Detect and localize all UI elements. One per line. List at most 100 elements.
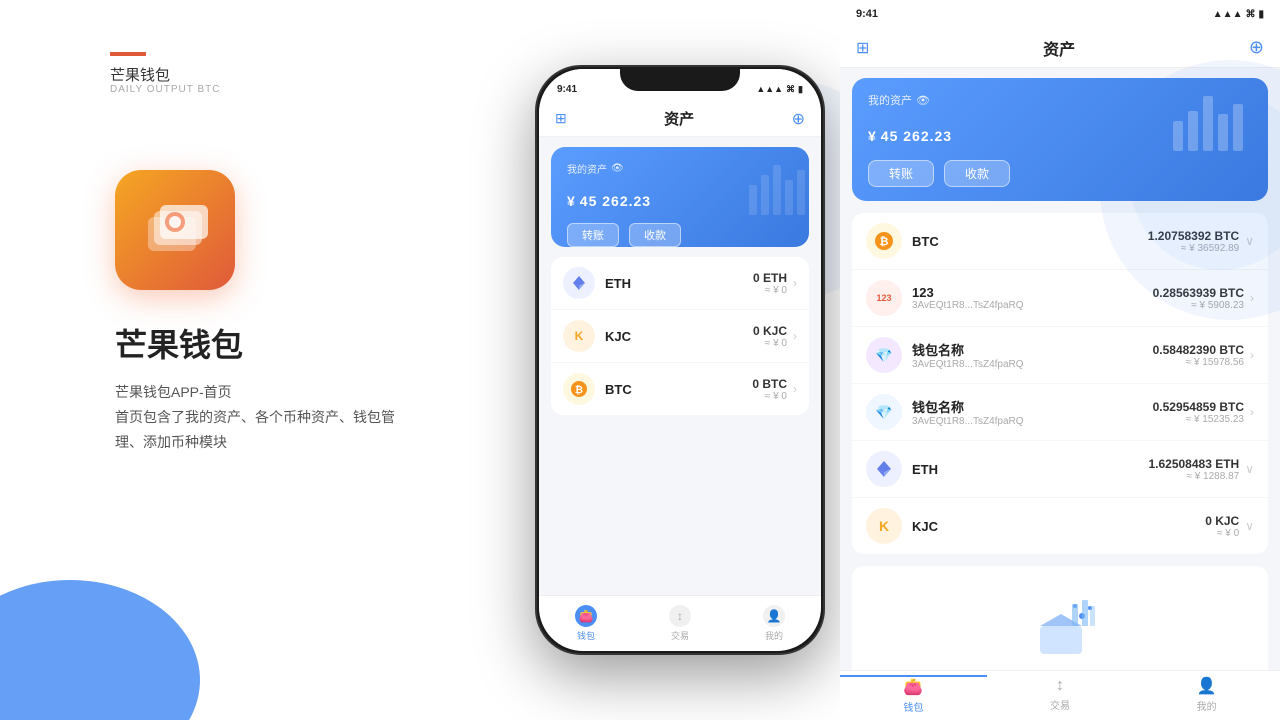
eye-icon[interactable]: 👁 xyxy=(611,163,624,174)
phone-nav: 👛 钱包 ↕ 交易 👤 我的 xyxy=(539,595,821,651)
coin-name: ETH xyxy=(605,276,753,291)
phone-header-title: 资产 xyxy=(664,108,694,129)
rp-eye-icon[interactable]: 👁 xyxy=(916,94,930,107)
rp-coin-expand-icon[interactable]: ∨ xyxy=(1245,519,1254,533)
rp-coin-info: 钱包名称 3AvEQt1R8...TsZ4fpaRQ xyxy=(912,340,1153,370)
phone-nav-item-我的[interactable]: 👤 我的 xyxy=(727,605,821,642)
coin-balance-cny: ≈ ¥ 0 xyxy=(752,391,787,402)
rp-nav-label: 交易 xyxy=(1050,697,1070,712)
rp-nav-label: 钱包 xyxy=(903,699,923,714)
decorative-blob xyxy=(0,580,200,720)
rp-coin-list: ₿ BTC 1.20758392 BTC ≈ ¥ 36592.89 ∨ 123 … xyxy=(852,213,1268,554)
phone-coin-item[interactable]: K KJC 0 KJC ≈ ¥ 0 › xyxy=(551,310,809,363)
rp-coin-addr: 3AvEQt1R8...TsZ4fpaRQ xyxy=(912,300,1153,311)
coin-balance: 0 BTC ≈ ¥ 0 xyxy=(752,377,787,402)
phone-time: 9:41 xyxy=(557,84,577,95)
coin-balance: 0 KJC ≈ ¥ 0 xyxy=(753,324,787,349)
rp-receive-btn[interactable]: 收款 xyxy=(944,160,1010,187)
coin-arrow-icon: › xyxy=(793,382,797,396)
rp-coin-balance: 0.58482390 BTC ≈ ¥ 15978.56 xyxy=(1153,343,1244,368)
phone-nav-label: 钱包 xyxy=(577,629,595,642)
rp-coin-icon: K xyxy=(866,508,902,544)
svg-text:₿: ₿ xyxy=(575,384,583,396)
phone-coin-list: ETH 0 ETH ≈ ¥ 0 › K KJC 0 KJC ≈ ¥ 0 › ₿ … xyxy=(551,257,809,415)
phone-header: ⊞ 资产 ⊕ xyxy=(539,101,821,137)
rp-grid-icon[interactable]: ⊞ xyxy=(856,38,869,58)
coin-name: KJC xyxy=(605,329,753,344)
phone-nav-icon: ↕ xyxy=(669,605,691,627)
rp-coin-info: ETH xyxy=(912,462,1148,477)
rp-coin-expand-icon[interactable]: › xyxy=(1250,291,1254,305)
rp-add-icon[interactable]: ⊕ xyxy=(1249,37,1264,58)
coin-name: BTC xyxy=(605,382,752,397)
rp-nav-icon: 👛 xyxy=(903,677,923,697)
rp-coin-info: 123 3AvEQt1R8...TsZ4fpaRQ xyxy=(912,285,1153,311)
rp-coin-item[interactable]: K KJC 0 KJC ≈ ¥ 0 ∨ xyxy=(852,498,1268,554)
phone-transfer-btn[interactable]: 转账 xyxy=(567,223,619,247)
phone-nav-icon: 👤 xyxy=(763,605,785,627)
rp-coin-bal-amount: 0.28563939 BTC xyxy=(1153,286,1244,300)
coin-balance: 0 ETH ≈ ¥ 0 xyxy=(753,271,787,296)
rp-coin-icon: 💎 xyxy=(866,337,902,373)
rp-coin-expand-icon[interactable]: › xyxy=(1250,348,1254,362)
rp-coin-name: 钱包名称 xyxy=(912,340,1153,359)
rp-coin-info: KJC xyxy=(912,519,1205,534)
rp-coin-addr: 3AvEQt1R8...TsZ4fpaRQ xyxy=(912,359,1153,370)
rp-coin-expand-icon[interactable]: › xyxy=(1250,405,1254,419)
coin-balance-amount: 0 BTC xyxy=(752,377,787,391)
rp-wifi-icon: ⌘ xyxy=(1245,9,1255,20)
phone-coin-item[interactable]: ₿ BTC 0 BTC ≈ ¥ 0 › xyxy=(551,363,809,415)
rp-coin-bal-amount: 1.62508483 ETH xyxy=(1148,457,1239,471)
phone-grid-icon[interactable]: ⊞ xyxy=(555,110,567,127)
app-name: 芒果钱包 xyxy=(115,320,243,366)
rp-coin-item[interactable]: ETH 1.62508483 ETH ≈ ¥ 1288.87 ∨ xyxy=(852,441,1268,498)
rp-nav-item-我的[interactable]: 👤 我的 xyxy=(1133,676,1280,715)
rp-nav-icon: ↕ xyxy=(1056,677,1064,695)
battery-icon: ▮ xyxy=(798,84,803,95)
app-icon xyxy=(115,170,235,290)
rp-coin-bal-amount: 0 KJC xyxy=(1205,514,1239,528)
rp-coin-expand-icon[interactable]: ∨ xyxy=(1245,462,1254,476)
rp-coin-item[interactable]: ₿ BTC 1.20758392 BTC ≈ ¥ 36592.89 ∨ xyxy=(852,213,1268,270)
rp-coin-addr: 3AvEQt1R8...TsZ4fpaRQ xyxy=(912,416,1153,427)
coin-icon: ₿ xyxy=(563,373,595,405)
rp-coin-bal-cny: ≈ ¥ 5908.23 xyxy=(1153,300,1244,311)
app-description: 芒果钱包APP-首页 首页包含了我的资产、各个币种资产、钱包管 理、添加币种模块 xyxy=(115,380,395,456)
rp-coin-name: BTC xyxy=(912,234,1148,249)
rp-coin-icon: ₿ xyxy=(866,223,902,259)
rp-coin-bal-amount: 1.20758392 BTC xyxy=(1148,229,1239,243)
phone-nav-item-交易[interactable]: ↕ 交易 xyxy=(633,605,727,642)
rp-transfer-btn[interactable]: 转账 xyxy=(868,160,934,187)
phone-frame: 9:41 ▲▲▲ ⌘ ▮ ⊞ 资产 ⊕ 我的资产 👁 xyxy=(535,65,825,655)
rp-coin-name: 钱包名称 xyxy=(912,397,1153,416)
phone-coin-item[interactable]: ETH 0 ETH ≈ ¥ 0 › xyxy=(551,257,809,310)
phone-nav-item-钱包[interactable]: 👛 钱包 xyxy=(539,605,633,642)
rp-coin-name: 123 xyxy=(912,285,1153,300)
rp-coin-expand-icon[interactable]: ∨ xyxy=(1245,234,1254,248)
rp-nav-item-钱包[interactable]: 👛 钱包 xyxy=(840,675,987,716)
phone-status-right: ▲▲▲ ⌘ ▮ xyxy=(756,84,803,95)
rp-nav-label: 我的 xyxy=(1197,698,1217,713)
rp-nav-item-交易[interactable]: ↕ 交易 xyxy=(987,677,1134,714)
phone-receive-btn[interactable]: 收款 xyxy=(629,223,681,247)
coin-arrow-icon: › xyxy=(793,329,797,343)
phone-content: 我的资产 👁 ¥45 262.23 转账 收款 xyxy=(539,137,821,471)
rp-time: 9:41 xyxy=(856,8,878,20)
rp-coin-bal-cny: ≈ ¥ 0 xyxy=(1205,528,1239,539)
rp-nav-icon: 👤 xyxy=(1197,676,1217,696)
wifi-icon: ⌘ xyxy=(786,84,795,95)
rp-coin-bal-cny: ≈ ¥ 15978.56 xyxy=(1153,357,1244,368)
phone-card-bg-decoration xyxy=(739,155,809,240)
phone-nav-label: 交易 xyxy=(671,629,689,642)
rp-coin-info: BTC xyxy=(912,234,1148,249)
rp-content: 我的资产 👁 ¥45 262.23 转账 收款 ₿ BTC 1.20758392… xyxy=(840,68,1280,680)
rp-coin-item[interactable]: 💎 钱包名称 3AvEQt1R8...TsZ4fpaRQ 0.58482390 … xyxy=(852,327,1268,384)
coin-balance-amount: 0 KJC xyxy=(753,324,787,338)
rp-coin-item[interactable]: 💎 钱包名称 3AvEQt1R8...TsZ4fpaRQ 0.52954859 … xyxy=(852,384,1268,441)
phone-add-icon[interactable]: ⊕ xyxy=(792,109,805,129)
rp-coin-icon: 💎 xyxy=(866,394,902,430)
left-panel: 芒果钱包 DAILY OUTPUT BTC 芒果钱包 芒果钱包APP-首页 首页… xyxy=(0,0,520,720)
rp-coin-item[interactable]: 123 123 3AvEQt1R8...TsZ4fpaRQ 0.28563939… xyxy=(852,270,1268,327)
coin-arrow-icon: › xyxy=(793,276,797,290)
rp-card-bg-decoration xyxy=(1168,86,1258,171)
